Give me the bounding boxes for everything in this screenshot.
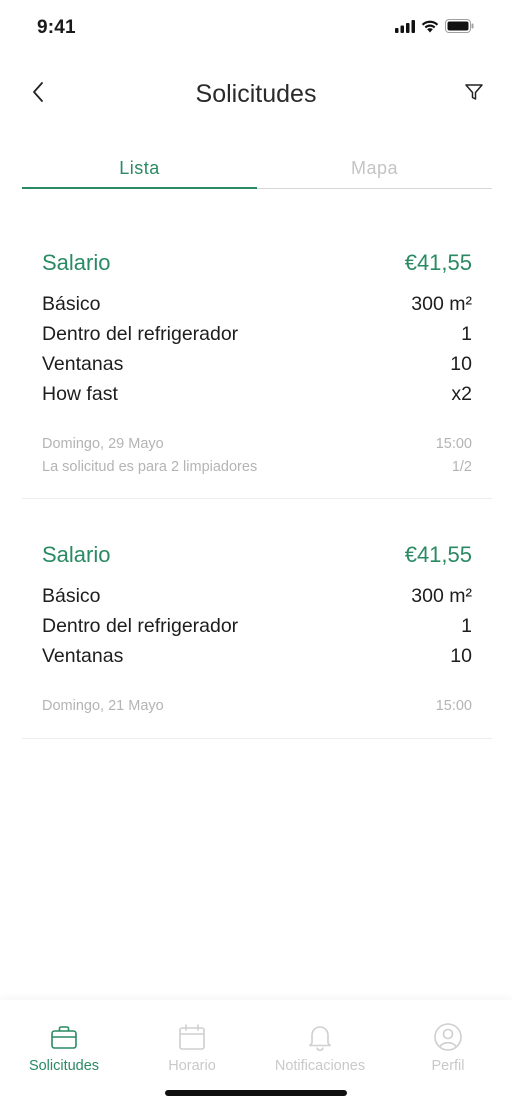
battery-icon bbox=[445, 19, 474, 38]
wifi-icon bbox=[421, 20, 439, 38]
nav-label: Notificaciones bbox=[274, 1058, 366, 1074]
service-row: Básico 300 m² bbox=[22, 581, 492, 611]
date-row: Domingo, 29 Mayo 15:00 bbox=[22, 433, 492, 456]
status-time: 9:41 bbox=[37, 17, 76, 38]
service-label: Dentro del refrigerador bbox=[42, 615, 239, 637]
service-label: How fast bbox=[42, 383, 118, 405]
calendar-icon bbox=[177, 1022, 207, 1052]
salary-value: €41,55 bbox=[404, 250, 472, 275]
card-header: Salario €41,55 bbox=[22, 247, 492, 279]
request-time: 15:00 bbox=[435, 698, 472, 714]
service-label: Básico bbox=[42, 293, 101, 315]
request-note: La solicitud es para 2 limpiadores bbox=[42, 459, 258, 475]
salary-label: Salario bbox=[42, 250, 111, 275]
salary-value: €41,55 bbox=[404, 542, 472, 567]
service-row: Ventanas 10 bbox=[22, 349, 492, 379]
request-card[interactable]: Salario €41,55 Básico 300 m² Dentro del … bbox=[22, 247, 492, 499]
service-value: 300 m² bbox=[411, 293, 472, 315]
filter-button[interactable] bbox=[460, 80, 488, 108]
date-row: Domingo, 21 Mayo 15:00 bbox=[22, 695, 492, 718]
bell-icon bbox=[305, 1022, 335, 1052]
service-row: Básico 300 m² bbox=[22, 289, 492, 319]
service-value: 10 bbox=[450, 645, 472, 667]
nav-item-solicitudes[interactable]: Solicitudes bbox=[0, 1000, 128, 1108]
tab-lista[interactable]: Lista bbox=[22, 152, 257, 189]
service-label: Ventanas bbox=[42, 645, 124, 667]
nav-label: Horario bbox=[168, 1058, 216, 1074]
status-icons bbox=[395, 19, 474, 38]
service-row: How fast x2 bbox=[22, 379, 492, 409]
page-title: Solicitudes bbox=[195, 80, 317, 108]
service-value: 1 bbox=[461, 323, 472, 345]
request-note-count: 1/2 bbox=[451, 459, 472, 475]
service-row: Dentro del refrigerador 1 bbox=[22, 319, 492, 349]
salary-label: Salario bbox=[42, 542, 111, 567]
nav-label: Solicitudes bbox=[28, 1058, 100, 1074]
service-value: 10 bbox=[450, 353, 472, 375]
screen: 9:41 Solicitudes Lista Mapa Salario €41,… bbox=[0, 0, 512, 1108]
service-value: 1 bbox=[461, 615, 472, 637]
profile-icon bbox=[433, 1022, 463, 1052]
service-label: Ventanas bbox=[42, 353, 124, 375]
nav-item-perfil[interactable]: Perfil bbox=[384, 1000, 512, 1108]
request-date: Domingo, 21 Mayo bbox=[42, 698, 164, 714]
filter-icon bbox=[464, 82, 484, 107]
request-date: Domingo, 29 Mayo bbox=[42, 436, 164, 452]
service-row: Ventanas 10 bbox=[22, 641, 492, 671]
service-label: Dentro del refrigerador bbox=[42, 323, 239, 345]
tab-mapa[interactable]: Mapa bbox=[257, 152, 492, 188]
service-label: Básico bbox=[42, 585, 101, 607]
card-header: Salario €41,55 bbox=[22, 539, 492, 571]
cleaners-row: La solicitud es para 2 limpiadores 1/2 bbox=[22, 456, 492, 479]
service-value: x2 bbox=[451, 383, 472, 405]
service-row: Dentro del refrigerador 1 bbox=[22, 611, 492, 641]
home-indicator bbox=[165, 1090, 347, 1096]
request-card[interactable]: Salario €41,55 Básico 300 m² Dentro del … bbox=[22, 539, 492, 739]
request-time: 15:00 bbox=[435, 436, 472, 452]
briefcase-icon bbox=[49, 1022, 79, 1052]
tab-bar: Lista Mapa bbox=[22, 152, 492, 189]
signal-icon bbox=[395, 19, 415, 38]
nav-label: Perfil bbox=[431, 1058, 465, 1074]
service-value: 300 m² bbox=[411, 585, 472, 607]
